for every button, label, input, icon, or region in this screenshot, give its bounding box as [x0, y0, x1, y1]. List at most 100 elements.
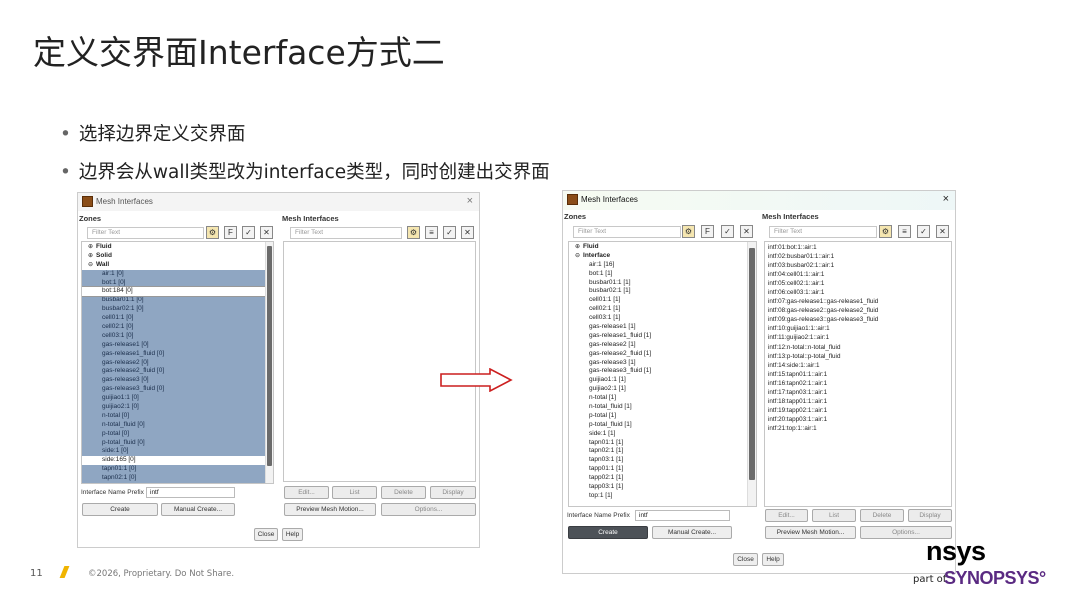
- deselect-icon[interactable]: ✕: [461, 226, 474, 239]
- zone-item[interactable]: n-total [1]: [569, 394, 748, 403]
- create-button[interactable]: Create: [82, 503, 158, 516]
- list-button[interactable]: List: [332, 486, 377, 499]
- zone-item[interactable]: busbar02:1 [0]: [82, 305, 265, 315]
- zone-group-wall[interactable]: Wall: [82, 261, 265, 270]
- zone-item[interactable]: tapn02:1 [1]: [569, 447, 748, 456]
- deselect-icon[interactable]: ✕: [260, 226, 273, 239]
- zone-item[interactable]: bot:1 [0]: [82, 278, 265, 288]
- interface-item[interactable]: intf:11:guijiao2:1::air:1: [768, 333, 878, 342]
- delete-button[interactable]: Delete: [860, 509, 904, 522]
- deselect-icon[interactable]: ✕: [740, 225, 753, 238]
- select-icon[interactable]: ✓: [721, 225, 734, 238]
- display-button[interactable]: Display: [430, 486, 476, 499]
- zone-item[interactable]: air:1 [16]: [569, 261, 748, 270]
- interface-item[interactable]: intf:18:tapp01:1::air:1: [768, 397, 878, 406]
- display-button[interactable]: Display: [908, 509, 952, 522]
- zone-item[interactable]: tapn03:1 [1]: [569, 456, 748, 465]
- mesh-interfaces-list[interactable]: intf:01:bot:1::air:1 intf:02:busbar01:1::…: [764, 241, 952, 507]
- select-all-icon[interactable]: ⚙: [407, 226, 420, 239]
- zone-item[interactable]: guijiao1:1 [0]: [82, 394, 265, 404]
- zone-item[interactable]: guijiao2:1 [0]: [82, 403, 265, 412]
- zone-item[interactable]: tapn03:1 [0]: [82, 483, 265, 484]
- zone-item[interactable]: n-total [0]: [82, 411, 265, 421]
- options-button[interactable]: Options...: [381, 503, 476, 516]
- zone-item[interactable]: p-total_fluid [0]: [82, 438, 265, 448]
- manual-create-button[interactable]: Manual Create...: [652, 526, 732, 539]
- filter-icon[interactable]: F: [701, 225, 714, 238]
- edit-button[interactable]: Edit...: [284, 486, 329, 499]
- list-icon[interactable]: ≡: [898, 225, 911, 238]
- zone-group-fluid[interactable]: Fluid: [82, 243, 265, 252]
- zone-group-fluid[interactable]: Fluid: [569, 243, 748, 252]
- zone-item[interactable]: bot:1 [1]: [569, 270, 748, 279]
- preview-mesh-motion-button[interactable]: Preview Mesh Motion...: [765, 526, 856, 539]
- zone-item[interactable]: gas-release2_fluid [0]: [82, 367, 265, 377]
- interface-item[interactable]: intf:02:busbar01:1::air:1: [768, 252, 878, 261]
- interfaces-filter-input[interactable]: Filter Text: [290, 227, 402, 239]
- zone-item[interactable]: p-total_fluid [1]: [569, 421, 748, 430]
- interface-item[interactable]: intf:03:busbar02:1::air:1: [768, 261, 878, 270]
- filter-icon[interactable]: F: [224, 226, 237, 239]
- close-button[interactable]: Close: [733, 553, 758, 566]
- scrollbar-thumb[interactable]: [749, 248, 755, 480]
- zone-item[interactable]: cell02:1 [0]: [82, 323, 265, 332]
- zone-item[interactable]: gas-release3_fluid [0]: [82, 385, 265, 395]
- interface-item[interactable]: intf:21:top:1::air:1: [768, 424, 878, 433]
- list-button[interactable]: List: [812, 509, 856, 522]
- zone-item[interactable]: gas-release2_fluid [1]: [569, 350, 748, 359]
- zones-list[interactable]: FluidInterfaceair:1 [16]bot:1 [1]busbar0…: [568, 241, 757, 507]
- zone-item[interactable]: gas-release1 [1]: [569, 323, 748, 332]
- prefix-input[interactable]: intf: [146, 487, 235, 498]
- zone-item[interactable]: n-total_fluid [1]: [569, 403, 748, 412]
- zone-item[interactable]: gas-release3 [0]: [82, 376, 265, 386]
- close-button[interactable]: Close: [254, 528, 278, 541]
- help-button[interactable]: Help: [282, 528, 303, 541]
- interface-item[interactable]: intf:12:n-total::n-total_fluid: [768, 343, 878, 352]
- select-all-icon[interactable]: ⚙: [206, 226, 219, 239]
- interface-item[interactable]: intf:04:cell01:1::air:1: [768, 270, 878, 279]
- scrollbar[interactable]: [265, 242, 273, 483]
- manual-create-button[interactable]: Manual Create...: [161, 503, 235, 516]
- zone-item[interactable]: n-total_fluid [0]: [82, 420, 265, 430]
- zone-item[interactable]: side:1 [1]: [569, 430, 748, 439]
- interface-item[interactable]: intf:06:cell03:1::air:1: [768, 288, 878, 297]
- interface-item[interactable]: intf:16:tapn02:1::air:1: [768, 379, 878, 388]
- zone-item[interactable]: gas-release3 [1]: [569, 359, 748, 368]
- zone-item[interactable]: busbar01:1 [1]: [569, 279, 748, 288]
- zone-item[interactable]: guijiao2:1 [1]: [569, 385, 748, 394]
- zone-item[interactable]: air:1 [0]: [82, 269, 265, 279]
- zone-item[interactable]: gas-release3_fluid [1]: [569, 367, 748, 376]
- zone-item[interactable]: cell01:1 [1]: [569, 296, 748, 305]
- zone-group-interface[interactable]: Interface: [569, 252, 748, 261]
- zone-item[interactable]: side:165 [0]: [82, 456, 265, 465]
- scrollbar-thumb[interactable]: [267, 246, 272, 466]
- zone-item[interactable]: gas-release1_fluid [0]: [82, 349, 265, 359]
- interfaces-filter-input[interactable]: Filter Text: [769, 226, 877, 238]
- delete-button[interactable]: Delete: [381, 486, 426, 499]
- zone-item[interactable]: tapn01:1 [1]: [569, 439, 748, 448]
- zone-item[interactable]: gas-release2 [1]: [569, 341, 748, 350]
- zone-item[interactable]: tapn02:1 [0]: [82, 474, 265, 483]
- zone-item[interactable]: busbar02:1 [1]: [569, 287, 748, 296]
- select-all-icon[interactable]: ⚙: [879, 225, 892, 238]
- zone-group-solid[interactable]: Solid: [82, 252, 265, 261]
- zone-item[interactable]: tapp01:1 [1]: [569, 465, 748, 474]
- zone-item[interactable]: gas-release1_fluid [1]: [569, 332, 748, 341]
- interface-item[interactable]: intf:17:tapn03:1::air:1: [768, 388, 878, 397]
- zone-item[interactable]: p-total [0]: [82, 429, 265, 439]
- preview-mesh-motion-button[interactable]: Preview Mesh Motion...: [284, 503, 376, 516]
- select-icon[interactable]: ✓: [443, 226, 456, 239]
- interface-item[interactable]: intf:15:tapn01:1::air:1: [768, 370, 878, 379]
- interface-item[interactable]: intf:20:tapp03:1::air:1: [768, 415, 878, 424]
- interface-item[interactable]: intf:01:bot:1::air:1: [768, 243, 878, 252]
- interface-item[interactable]: intf:08:gas-release2::gas-release2_fluid: [768, 306, 878, 315]
- help-button[interactable]: Help: [762, 553, 784, 566]
- create-button[interactable]: Create: [568, 526, 648, 539]
- zones-filter-input[interactable]: Filter Text: [87, 227, 204, 239]
- zone-item[interactable]: busbar01:1 [0]: [82, 296, 265, 306]
- interface-item[interactable]: intf:10:guijiao1:1::air:1: [768, 324, 878, 333]
- close-icon[interactable]: ×: [943, 193, 949, 205]
- mesh-interfaces-list[interactable]: [283, 241, 476, 482]
- select-all-icon[interactable]: ⚙: [682, 225, 695, 238]
- close-icon[interactable]: ×: [467, 195, 473, 207]
